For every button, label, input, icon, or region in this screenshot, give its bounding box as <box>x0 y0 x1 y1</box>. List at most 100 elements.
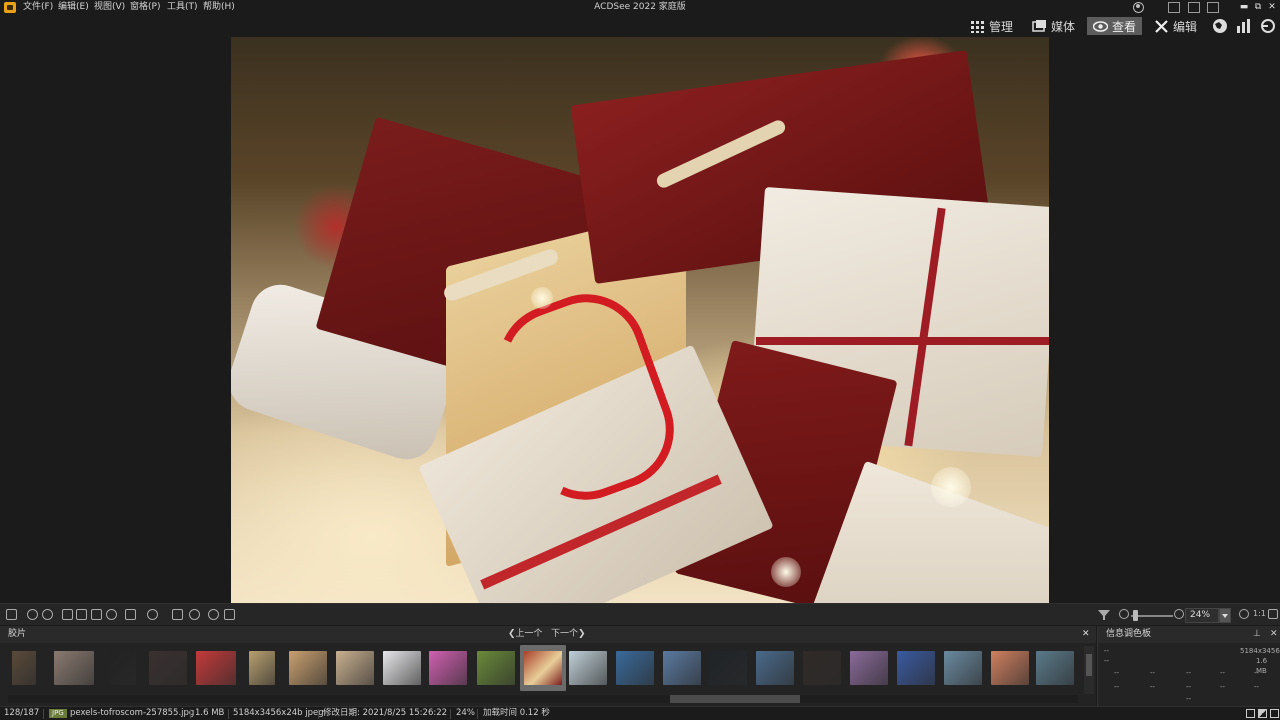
previous-button[interactable]: ❮上一个 <box>508 626 543 643</box>
adjust-levels-icon[interactable] <box>172 609 183 620</box>
chevron-left-icon: ❮ <box>508 629 516 639</box>
filmstrip-vertical-scroll-thumb[interactable] <box>1086 654 1092 676</box>
thumbnail[interactable] <box>709 651 747 685</box>
zoom-in-icon[interactable] <box>1174 609 1184 619</box>
mode-view-button[interactable]: 查看 <box>1087 17 1143 35</box>
crop-icon[interactable] <box>62 609 73 620</box>
info-palette-close-button[interactable]: ✕ <box>1270 626 1278 643</box>
zoom-slider-handle[interactable] <box>1133 610 1138 621</box>
status-divider <box>228 709 229 719</box>
status-view-icon-1[interactable] <box>1246 709 1255 718</box>
menu-view[interactable]: 视图(V) <box>94 0 125 15</box>
thumbnail-image <box>524 651 562 685</box>
status-load-time: 加载时间 0.12 秒 <box>483 708 550 718</box>
thumbnail[interactable] <box>850 651 888 685</box>
online-globe-icon[interactable] <box>1211 18 1229 34</box>
pin-icon[interactable]: ⊥ <box>1253 626 1261 643</box>
save-icon[interactable] <box>6 609 17 620</box>
thumbnail[interactable] <box>1036 651 1074 685</box>
thumbnail[interactable] <box>12 651 36 685</box>
dashboard-chart-icon[interactable] <box>1235 18 1253 34</box>
thumbnail[interactable] <box>383 651 421 685</box>
restore-button[interactable]: ⧉ <box>1251 1 1265 14</box>
info-value: -- <box>1114 683 1120 691</box>
thumbnail[interactable] <box>149 651 187 685</box>
thumbnail-strip <box>12 645 1080 693</box>
red-ribbon-h <box>756 337 1049 345</box>
filmstrip-title: 胶片 <box>8 629 27 639</box>
info-row: -- 5184x3456 <box>1102 646 1280 656</box>
settings-gear-icon[interactable] <box>147 609 158 620</box>
thumbnail[interactable] <box>756 651 794 685</box>
filmstrip-header: 胶片 ❮上一个 下一个❯ ✕ <box>0 626 1096 643</box>
filmstrip-scrollbar[interactable] <box>8 695 1078 703</box>
filmstrip-scroll-thumb[interactable] <box>670 695 800 703</box>
user-account-icon[interactable] <box>1133 2 1144 13</box>
mode-manage-button[interactable]: 管理 <box>964 17 1019 35</box>
close-button[interactable]: ✕ <box>1265 1 1279 14</box>
view-mode-icon[interactable] <box>224 609 235 620</box>
zoom-level-field[interactable]: 24% <box>1185 608 1219 623</box>
status-dimensions: 5184x3456x24b jpeg <box>233 708 324 718</box>
minimize-button[interactable]: ▬ <box>1237 1 1251 14</box>
hand-icon[interactable] <box>91 609 102 620</box>
thumbnail[interactable] <box>897 651 935 685</box>
thumbnail[interactable] <box>336 651 374 685</box>
actual-size-button[interactable]: 1:1 <box>1253 609 1266 618</box>
status-view-icon-2[interactable] <box>1258 709 1267 718</box>
thumbnail[interactable] <box>663 651 701 685</box>
info-value: -- <box>1254 683 1260 691</box>
menu-edit[interactable]: 编辑(E) <box>58 0 89 15</box>
mode-bar: 管理 媒体 查看 编辑 <box>0 15 1280 37</box>
info-value: -- <box>1186 669 1192 677</box>
menu-help[interactable]: 帮助(H) <box>203 0 235 15</box>
next-button[interactable]: 下一个❯ <box>551 626 586 643</box>
layout-left-panel-icon[interactable] <box>1168 2 1180 13</box>
mode-media-button[interactable]: 媒体 <box>1026 17 1081 35</box>
menu-pane[interactable]: 窗格(P) <box>130 0 160 15</box>
thumbnail-selected[interactable] <box>520 645 566 691</box>
main-photo-christmas-gifts[interactable] <box>231 37 1049 603</box>
bokeh-light <box>931 467 971 507</box>
layout-right-panel-icon[interactable] <box>1207 2 1219 13</box>
thumbnail[interactable] <box>991 651 1029 685</box>
image-viewer[interactable] <box>0 37 1280 603</box>
select-icon[interactable] <box>76 609 87 620</box>
info-value: -- <box>1150 683 1156 691</box>
status-position: 128/187 <box>4 708 40 718</box>
thumbnail[interactable] <box>429 651 467 685</box>
thumbnail[interactable] <box>110 651 136 685</box>
fit-screen-icon[interactable] <box>125 609 136 620</box>
app-logo-icon[interactable] <box>4 2 16 13</box>
zoom-tool-icon[interactable] <box>106 609 117 620</box>
status-view-icon-3[interactable] <box>1270 709 1279 718</box>
thumbnail[interactable] <box>54 651 94 685</box>
fullscreen-icon[interactable] <box>1268 609 1278 619</box>
filmstrip-close-button[interactable]: ✕ <box>1082 626 1090 643</box>
zoom-magnifier-icon[interactable] <box>1239 609 1249 619</box>
menu-file[interactable]: 文件(F) <box>23 0 53 15</box>
thumbnail[interactable] <box>616 651 654 685</box>
layout-bottom-panel-icon[interactable] <box>1188 2 1200 13</box>
mode-edit-button[interactable]: 编辑 <box>1148 17 1203 35</box>
rotate-right-icon[interactable] <box>42 609 53 620</box>
thumbnail[interactable] <box>289 651 327 685</box>
play-slideshow-icon[interactable] <box>208 609 219 620</box>
thumbnail[interactable] <box>196 651 236 685</box>
info-value: -- <box>1104 647 1110 655</box>
mode-manage-label: 管理 <box>989 19 1014 34</box>
rotate-left-icon[interactable] <box>27 609 38 620</box>
thumbnail[interactable] <box>477 651 515 685</box>
thumbnail[interactable] <box>569 651 607 685</box>
sync-icon[interactable] <box>1259 18 1277 34</box>
thumbnail[interactable] <box>803 651 841 685</box>
thumbnail[interactable] <box>944 651 982 685</box>
info-palette: 信息调色板 ⊥ ✕ -- 5184x3456 -- 1.6 MB -- -- -… <box>1097 626 1280 706</box>
zoom-dropdown-button[interactable] <box>1219 608 1231 623</box>
filter-funnel-icon[interactable] <box>1098 610 1110 620</box>
menu-tools[interactable]: 工具(T) <box>167 0 198 15</box>
timer-icon[interactable] <box>189 609 200 620</box>
status-modified-date: 修改日期: 2021/8/25 15:26:22 <box>323 708 448 718</box>
thumbnail[interactable] <box>249 651 275 685</box>
zoom-out-icon[interactable] <box>1119 609 1129 619</box>
